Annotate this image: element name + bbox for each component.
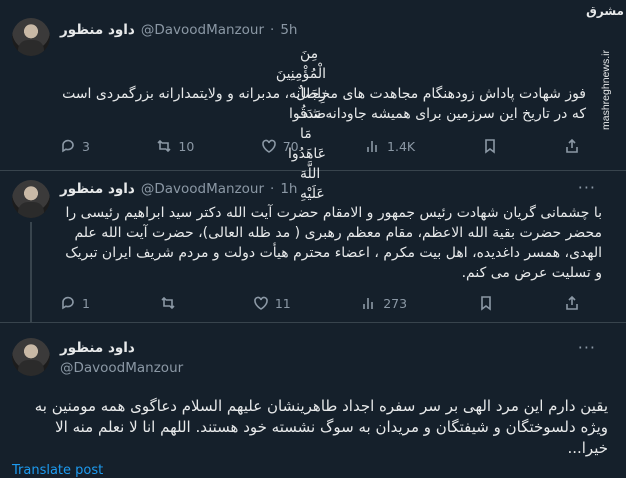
watermark-site: mashreghnews.ir [600,50,612,130]
share-button[interactable] [564,138,580,154]
tweet-header: داود منظور @DavoodManzour · 1h [60,179,297,199]
tweet-1[interactable]: داود منظور @DavoodManzour · 5h مِنَ الْم… [0,0,626,202]
like-count: 11 [274,295,291,311]
retweet-count: 10 [178,138,195,154]
view-count: 1.4K [387,138,416,154]
views-button[interactable]: 1.4K [365,138,415,154]
share-icon [566,295,578,310]
views-icon [363,298,374,309]
tweet-actions: 3 10 70 1.4K [60,137,580,155]
retweet-button[interactable] [160,295,182,311]
avatar[interactable] [12,180,50,218]
reply-count: 1 [82,295,90,311]
views-icon [367,141,377,152]
bookmark-button[interactable] [482,138,498,154]
author-handle-row: @DavoodManzour [60,358,183,378]
author-handle[interactable]: @DavoodManzour [60,360,183,376]
reply-icon [62,296,74,310]
author-name-row: داود منظور [60,338,135,358]
bookmark-icon [484,139,495,154]
share-icon [566,138,578,153]
translate-post-link[interactable]: Translate post [12,463,103,478]
bookmark-icon [480,296,491,311]
bookmark-button[interactable] [478,295,494,311]
reply-count: 3 [82,138,90,154]
tweet-actions: 1 11 273 [60,294,580,312]
views-button[interactable]: 273 [361,295,407,311]
separator-dot: · [270,22,275,38]
reply-button[interactable]: 3 [60,138,90,154]
tweet-3[interactable]: داود منظور @DavoodManzour ··· یقین دارم … [0,322,626,477]
retweet-button[interactable]: 10 [156,138,194,154]
avatar[interactable] [12,18,50,56]
tweet-text: یقین دارم این مرد الهی بر سر سفره اجداد … [29,397,608,457]
thread-line [30,222,32,322]
like-button[interactable]: 11 [253,295,291,311]
timestamp[interactable]: 5h [280,22,297,38]
more-options-button[interactable]: ··· [578,338,596,357]
tweet-text: با چشمانی گریان شهادت رئیس جمهور و الامق… [60,205,602,281]
tweet-text: فوز شهادت پاداش زودهنگام مجاهدت های مخلص… [57,86,586,122]
share-button[interactable] [564,295,580,311]
retweet-icon [157,139,171,153]
avatar[interactable] [12,338,50,376]
like-button[interactable]: 70 [261,138,299,154]
author-name[interactable]: داود منظور [60,340,135,356]
timestamp[interactable]: 1h [280,181,297,197]
like-count: 70 [282,138,299,154]
author-name[interactable]: داود منظور [60,181,135,197]
author-name[interactable]: داود منظور [60,22,135,38]
separator-dot: · [270,181,275,197]
view-count: 273 [383,295,408,311]
more-options-button[interactable]: ··· [578,178,596,197]
tweet-header: داود منظور @DavoodManzour · 5h [60,20,297,40]
tweet-2[interactable]: داود منظور @DavoodManzour · 1h ··· با چش… [0,170,626,323]
reply-icon [62,139,74,153]
reply-button[interactable]: 1 [60,295,90,311]
author-handle[interactable]: @DavoodManzour [141,181,264,197]
author-handle[interactable]: @DavoodManzour [141,22,264,38]
retweet-icon [161,296,175,310]
heart-icon [254,296,268,310]
heart-icon [261,139,276,153]
